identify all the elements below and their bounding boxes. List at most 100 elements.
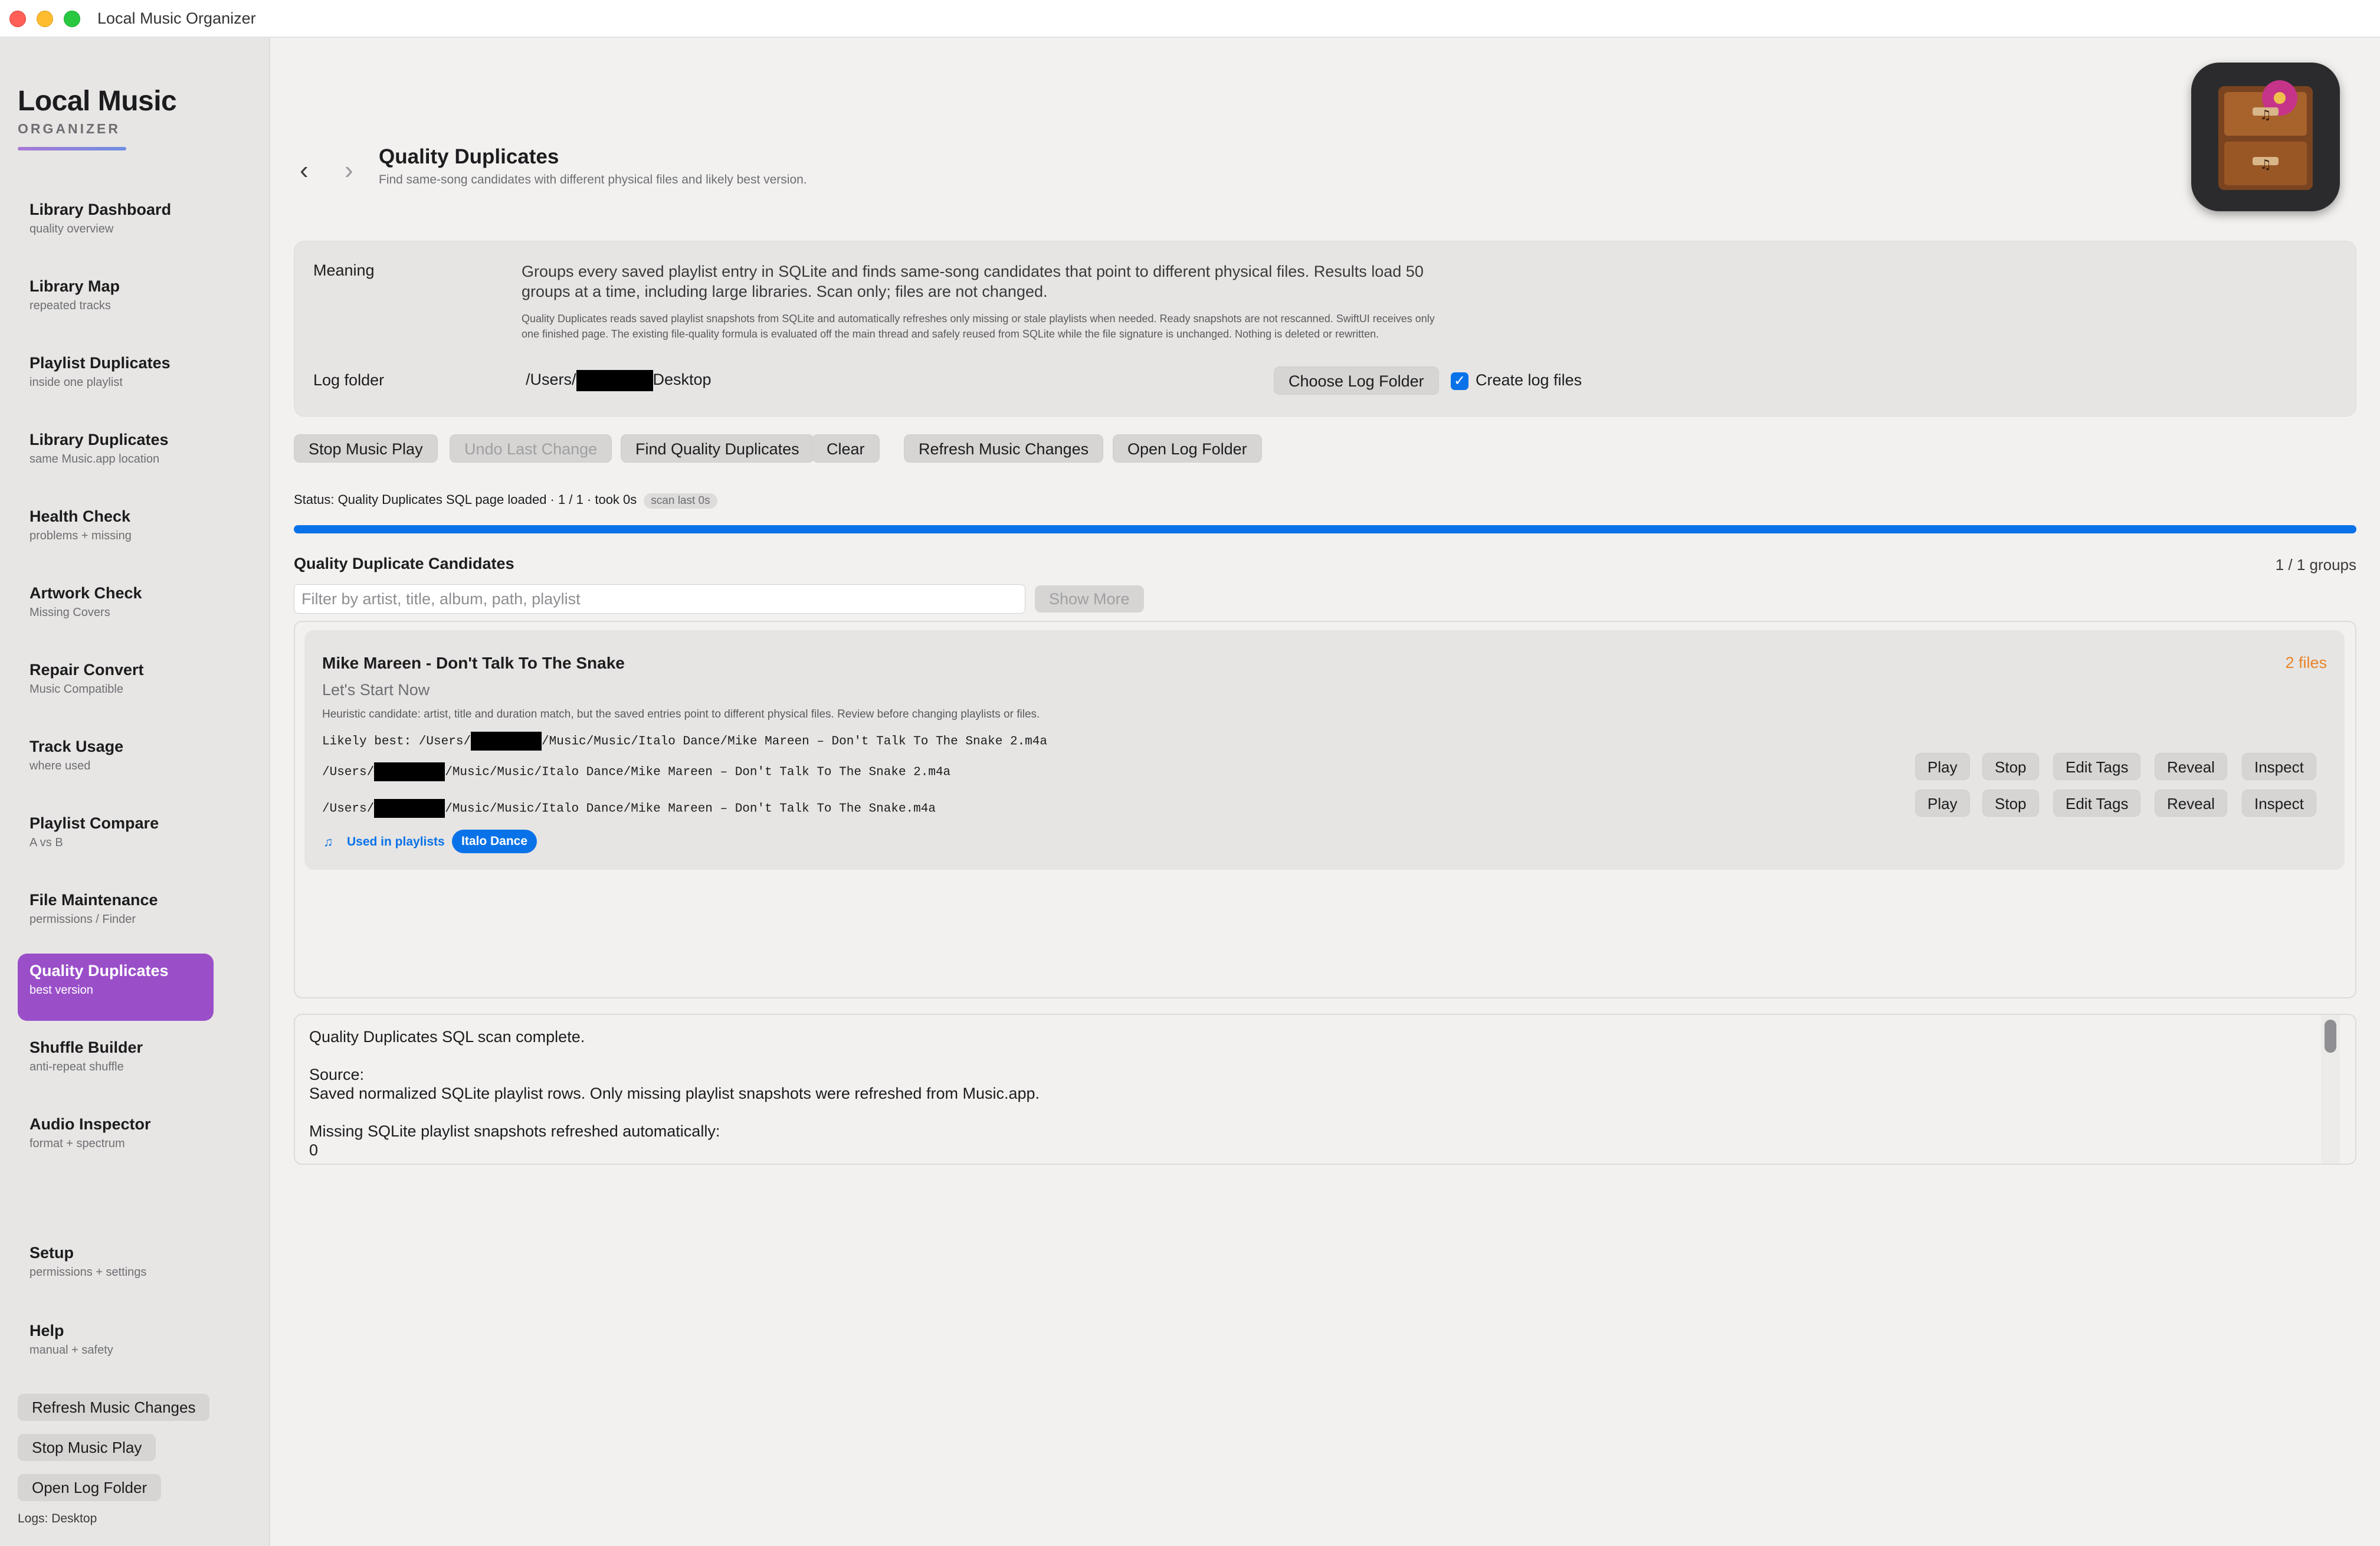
sidebar-logs-footer: Logs: Desktop — [18, 1512, 97, 1525]
edit-tags-button[interactable]: Edit Tags — [2053, 753, 2141, 780]
candidate-title: Mike Mareen - Don't Talk To The Snake — [322, 654, 625, 672]
reveal-button[interactable]: Reveal — [2155, 753, 2227, 780]
sidebar-item-artwork-check[interactable]: Artwork Check Missing Covers — [18, 576, 214, 643]
sidebar-item-sub: same Music.app location — [29, 453, 160, 466]
clear-button[interactable]: Clear — [812, 434, 880, 463]
main-content: ‹ › Quality Duplicates Find same-song ca… — [271, 38, 2380, 1546]
sidebar-item-label: Setup — [29, 1244, 74, 1262]
inspect-button[interactable]: Inspect — [2242, 790, 2316, 817]
inspect-button[interactable]: Inspect — [2242, 753, 2316, 780]
status-text: Status: Quality Duplicates SQL page load… — [294, 492, 637, 507]
sidebar-refresh-music-button[interactable]: Refresh Music Changes — [18, 1394, 210, 1421]
sidebar-item-label: Track Usage — [29, 738, 124, 755]
sidebar-item-sub: best version — [29, 984, 93, 997]
stop-button[interactable]: Stop — [1982, 790, 2039, 817]
playlist-tag[interactable]: Italo Dance — [452, 830, 537, 853]
forward-arrow-icon[interactable]: › — [345, 156, 353, 185]
status-line: Status: Quality Duplicates SQL page load… — [294, 492, 717, 509]
likely-best-suffix: /Music/Music/Italo Dance/Mike Mareen – D… — [542, 735, 1047, 749]
sidebar-item-sub: manual + safety — [29, 1344, 113, 1357]
sidebar-item-playlist-compare[interactable]: Playlist Compare A vs B — [18, 806, 214, 873]
sidebar-item-track-usage[interactable]: Track Usage where used — [18, 729, 214, 797]
open-log-folder-button[interactable]: Open Log Folder — [1113, 434, 1262, 463]
svg-text:♫: ♫ — [2260, 158, 2271, 172]
maximize-window-button[interactable] — [64, 11, 80, 27]
sidebar-item-repair-convert[interactable]: Repair Convert Music Compatible — [18, 653, 214, 720]
sidebar-item-sub: anti-repeat shuffle — [29, 1060, 124, 1073]
sidebar-item-label: Playlist Compare — [29, 814, 159, 832]
sidebar-item-label: Help — [29, 1322, 64, 1339]
close-window-button[interactable] — [9, 11, 26, 27]
create-log-files-checkbox[interactable]: ✓ — [1451, 372, 1468, 390]
sidebar-item-sub: repeated tracks — [29, 299, 111, 312]
page-subtitle: Find same-song candidates with different… — [379, 173, 807, 186]
log-folder-path: /Users/Desktop — [526, 370, 712, 391]
choose-log-folder-button[interactable]: Choose Log Folder — [1274, 366, 1439, 395]
sidebar-item-label: Playlist Duplicates — [29, 354, 171, 372]
redaction-block — [471, 732, 542, 751]
back-arrow-icon[interactable]: ‹ — [300, 156, 309, 185]
stop-button[interactable]: Stop — [1982, 753, 2039, 780]
sidebar-item-shuffle-builder[interactable]: Shuffle Builder anti-repeat shuffle — [18, 1030, 214, 1098]
brand-title: Local Music — [18, 86, 177, 117]
edit-tags-button[interactable]: Edit Tags — [2053, 790, 2141, 817]
sidebar-item-health-check[interactable]: Health Check problems + missing — [18, 499, 214, 566]
svg-text:♫: ♫ — [2260, 108, 2271, 123]
log-line: Source: — [309, 1066, 365, 1083]
sidebar-item-audio-inspector[interactable]: Audio Inspector format + spectrum — [18, 1107, 214, 1174]
sidebar-item-file-maintenance[interactable]: File Maintenance permissions / Finder — [18, 883, 214, 950]
sidebar-item-sub: problems + missing — [29, 529, 132, 542]
stop-music-play-button[interactable]: Stop Music Play — [294, 434, 438, 463]
sidebar-item-setup[interactable]: Setup permissions + settings — [18, 1236, 214, 1303]
meaning-text: Groups every saved playlist entry in SQL… — [522, 263, 1424, 300]
log-line: Quality Duplicates SQL scan complete. — [309, 1028, 585, 1046]
sidebar-item-help[interactable]: Help manual + safety — [18, 1314, 214, 1381]
meaning-card: Meaning Groups every saved playlist entr… — [294, 241, 2356, 417]
log-line: Missing SQLite playlist snapshots refres… — [309, 1122, 720, 1140]
sidebar-item-library-duplicates[interactable]: Library Duplicates same Music.app locatio… — [18, 422, 214, 490]
sidebar: Local Music ORGANIZER Library Dashboard q… — [0, 38, 270, 1546]
sidebar-item-playlist-duplicates[interactable]: Playlist Duplicates inside one playlist — [18, 346, 214, 413]
redaction-block — [374, 762, 445, 781]
sidebar-item-library-dashboard[interactable]: Library Dashboard quality overview — [18, 192, 214, 260]
sidebar-stop-music-button[interactable]: Stop Music Play — [18, 1434, 156, 1461]
sidebar-item-label: Artwork Check — [29, 584, 142, 602]
sidebar-item-sub: format + spectrum — [29, 1137, 125, 1150]
find-quality-duplicates-button[interactable]: Find Quality Duplicates — [621, 434, 814, 463]
sidebar-item-label: Library Dashboard — [29, 201, 172, 218]
sidebar-item-label: File Maintenance — [29, 891, 158, 909]
sidebar-item-quality-duplicates[interactable]: Quality Duplicates best version — [18, 954, 214, 1021]
sidebar-item-library-map[interactable]: Library Map repeated tracks — [18, 269, 214, 336]
log-path-prefix: /Users/ — [526, 371, 576, 389]
show-more-button[interactable]: Show More — [1035, 585, 1144, 612]
sidebar-item-sub: where used — [29, 759, 91, 772]
filter-input[interactable] — [294, 584, 1025, 614]
log-line: 0 — [309, 1141, 319, 1159]
file-path-prefix: /Users/ — [322, 765, 375, 779]
sidebar-open-log-folder-button[interactable]: Open Log Folder — [18, 1474, 162, 1501]
sidebar-item-label: Library Duplicates — [29, 431, 169, 448]
play-button[interactable]: Play — [1915, 790, 1970, 817]
app-icon: ♫ ♫ — [2191, 63, 2340, 211]
candidates-title: Quality Duplicate Candidates — [294, 555, 514, 572]
refresh-music-changes-button[interactable]: Refresh Music Changes — [904, 434, 1104, 463]
minimize-window-button[interactable] — [37, 11, 53, 27]
sidebar-item-sub: quality overview — [29, 222, 114, 235]
scan-badge: scan last 0s — [644, 493, 717, 509]
sidebar-item-label: Repair Convert — [29, 661, 144, 679]
candidate-file-count: 2 files — [2285, 654, 2327, 672]
play-button[interactable]: Play — [1915, 753, 1970, 780]
undo-last-change-button[interactable]: Undo Last Change — [450, 434, 612, 463]
file-path-suffix: /Music/Music/Italo Dance/Mike Mareen – D… — [445, 802, 936, 816]
likely-best-prefix: Likely best: /Users/ — [322, 735, 471, 749]
log-output[interactable]: Quality Duplicates SQL scan complete. So… — [294, 1014, 2356, 1165]
log-path-suffix: Desktop — [653, 371, 712, 389]
sidebar-item-label: Library Map — [29, 277, 120, 295]
likely-best-path: Likely best: /Users/ /Music/Music/Italo D… — [322, 732, 1047, 751]
meaning-detail: Quality Duplicates reads saved playlist … — [522, 313, 1435, 340]
sidebar-item-label: Quality Duplicates — [29, 962, 169, 980]
redaction-block — [374, 799, 445, 818]
reveal-button[interactable]: Reveal — [2155, 790, 2227, 817]
sidebar-item-sub: Music Compatible — [29, 683, 123, 696]
log-scroll-thumb[interactable] — [2325, 1020, 2336, 1053]
